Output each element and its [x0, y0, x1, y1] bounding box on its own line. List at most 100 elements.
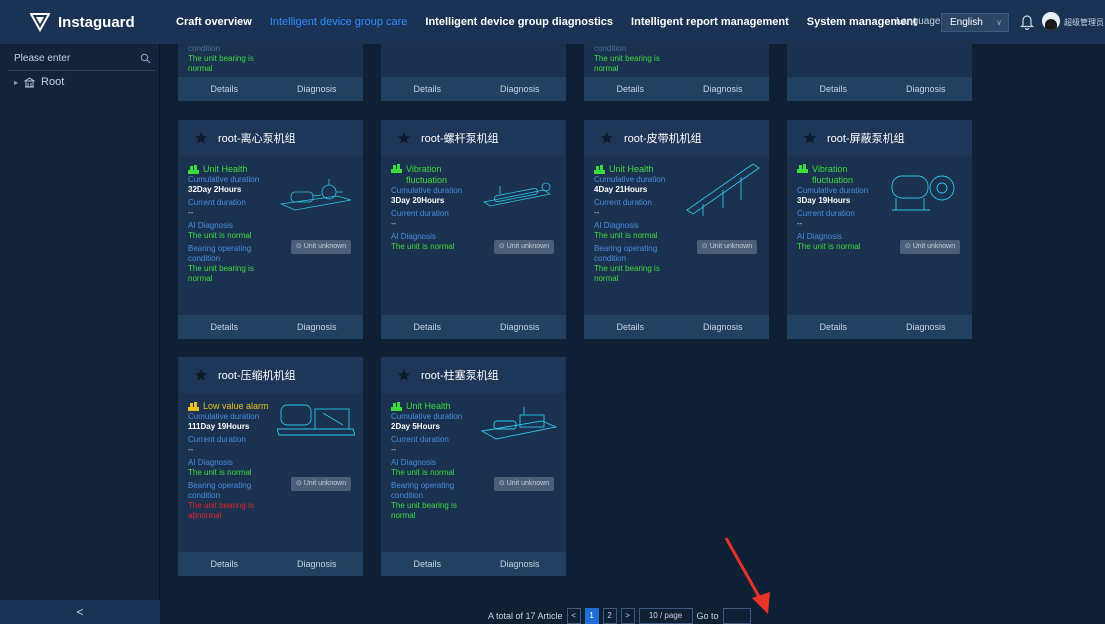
avatar[interactable]	[1042, 12, 1060, 30]
bell-icon[interactable]	[1020, 14, 1034, 30]
star-icon[interactable]	[803, 131, 817, 145]
unit-unknown-button[interactable]: Unit unknown	[900, 240, 960, 254]
diagnosis-button[interactable]: Diagnosis	[677, 315, 770, 339]
page-2-button[interactable]: 2	[602, 608, 617, 624]
status-text: Low value alarm	[203, 401, 269, 411]
machine-status-icon	[188, 402, 199, 411]
star-icon[interactable]	[600, 131, 614, 145]
app-logo[interactable]: Instaguard	[0, 0, 160, 44]
ai-diagnosis-value: The unit is normal	[391, 242, 455, 251]
health-status: Unit Health	[188, 164, 280, 175]
page-size-select[interactable]: 10 / page	[638, 608, 693, 624]
bearing-value-cont: normal	[188, 64, 213, 73]
caret-right-icon[interactable]: ▸	[14, 78, 18, 87]
username[interactable]: 超级管理员	[1064, 17, 1104, 28]
star-icon[interactable]	[397, 368, 411, 382]
language-select[interactable]: English ∨	[941, 13, 1009, 32]
status-text: Unit Health	[406, 401, 451, 411]
prev-page-button[interactable]: <	[566, 608, 581, 624]
health-status: Unit Health	[594, 164, 686, 175]
tree-node-root[interactable]: ▸ Root	[14, 76, 64, 88]
health-status: Vibration fluctuation	[391, 164, 483, 186]
building-icon	[24, 76, 36, 87]
status-text: Unit Health	[609, 164, 654, 174]
status-text: Vibration fluctuation	[812, 164, 854, 185]
device-card: root-柱塞泵机组 Unit Health Cumulative durati…	[381, 357, 566, 576]
ai-diagnosis-label: AI Diagnosis	[391, 232, 436, 241]
card-title: root-皮带机机组	[624, 133, 702, 145]
bearing-value: The unit bearing is	[594, 54, 660, 63]
device-card-partial: condition The unit bearing is normal Det…	[584, 44, 769, 101]
star-icon[interactable]	[397, 131, 411, 145]
details-button[interactable]: Details	[584, 77, 677, 101]
cumulative-label: Cumulative duration	[797, 186, 869, 195]
shielded-pump-illustration	[891, 175, 955, 211]
details-button[interactable]: Details	[178, 315, 271, 339]
current-label: Current duration	[391, 435, 449, 444]
current-label: Current duration	[188, 435, 246, 444]
unit-unknown-button[interactable]: Unit unknown	[494, 477, 554, 491]
details-button[interactable]: Details	[178, 77, 271, 101]
star-icon[interactable]	[194, 368, 208, 382]
bearing-value: The unit bearing is	[188, 54, 254, 63]
ai-diagnosis-label: AI Diagnosis	[594, 221, 639, 230]
details-button[interactable]: Details	[381, 552, 474, 576]
top-header: Instaguard Craft overview Intelligent de…	[0, 0, 1105, 44]
details-button[interactable]: Details	[178, 552, 271, 576]
tree-root-label: Root	[41, 76, 65, 88]
page-1-button[interactable]: 1	[584, 608, 599, 624]
health-status: Unit Health	[391, 401, 483, 412]
diagnosis-button[interactable]: Diagnosis	[271, 315, 364, 339]
main-nav: Craft overview Intelligent device group …	[176, 0, 935, 44]
bearing-label: Bearing operating condition	[594, 244, 658, 263]
card-title: root-压缩机机组	[218, 370, 296, 382]
divider	[8, 70, 156, 71]
cumulative-value: 111Day 19Hours	[188, 422, 250, 431]
cumulative-value: 3Day 20Hours	[391, 196, 445, 205]
search-icon[interactable]	[140, 53, 151, 64]
collapse-sidebar-button[interactable]: <	[0, 600, 160, 624]
bearing-value: The unit bearing is normal	[188, 264, 254, 283]
unit-unknown-button[interactable]: Unit unknown	[291, 240, 351, 254]
bearing-label-cut: condition	[594, 44, 627, 53]
current-label: Current duration	[594, 198, 652, 207]
diagnosis-button[interactable]: Diagnosis	[880, 315, 973, 339]
unit-unknown-button[interactable]: Unit unknown	[494, 240, 554, 254]
details-button[interactable]: Details	[787, 315, 880, 339]
diagnosis-button[interactable]: Diagnosis	[271, 552, 364, 576]
details-button[interactable]: Details	[381, 315, 474, 339]
cumulative-value: 2Day 5Hours	[391, 422, 440, 431]
nav-device-group-diagnostics[interactable]: Intelligent device group diagnostics	[425, 0, 613, 44]
language-label: Language	[896, 16, 941, 27]
tree-search-input[interactable]: Please enter	[8, 49, 156, 69]
device-card: root-压缩机机组 Low value alarm Cumulative du…	[178, 357, 363, 576]
details-button[interactable]: Details	[787, 77, 880, 101]
ai-diagnosis-label: AI Diagnosis	[391, 458, 436, 467]
card-title: root-屏蔽泵机组	[827, 133, 905, 145]
device-card-partial: Details Diagnosis	[381, 44, 566, 101]
star-icon[interactable]	[194, 131, 208, 145]
current-value: --	[594, 208, 600, 217]
diagnosis-button[interactable]: Diagnosis	[474, 552, 567, 576]
device-card: root-螺杆泵机组 Vibration fluctuation Cumulat…	[381, 120, 566, 339]
next-page-button[interactable]: >	[620, 608, 635, 624]
device-card: root-皮带机机组 Unit Health Cumulative durati…	[584, 120, 769, 339]
bearing-value-abnormal: The unit bearing is abnormal	[188, 501, 254, 520]
status-text: Unit Health	[203, 164, 248, 174]
current-value: --	[188, 208, 194, 217]
diagnosis-button[interactable]: Diagnosis	[271, 77, 364, 101]
diagnosis-button[interactable]: Diagnosis	[880, 77, 973, 101]
diagnosis-button[interactable]: Diagnosis	[474, 315, 567, 339]
details-button[interactable]: Details	[381, 77, 474, 101]
diagnosis-button[interactable]: Diagnosis	[677, 77, 770, 101]
app-name: Instaguard	[58, 13, 135, 31]
unit-unknown-button[interactable]: Unit unknown	[697, 240, 757, 254]
nav-craft-overview[interactable]: Craft overview	[176, 0, 252, 44]
device-card-partial: Details Diagnosis	[787, 44, 972, 101]
details-button[interactable]: Details	[584, 315, 677, 339]
nav-report-management[interactable]: Intelligent report management	[631, 0, 789, 44]
diagnosis-button[interactable]: Diagnosis	[474, 77, 567, 101]
current-value: --	[391, 445, 397, 454]
unit-unknown-button[interactable]: Unit unknown	[291, 477, 351, 491]
nav-device-group-care[interactable]: Intelligent device group care	[270, 0, 408, 44]
